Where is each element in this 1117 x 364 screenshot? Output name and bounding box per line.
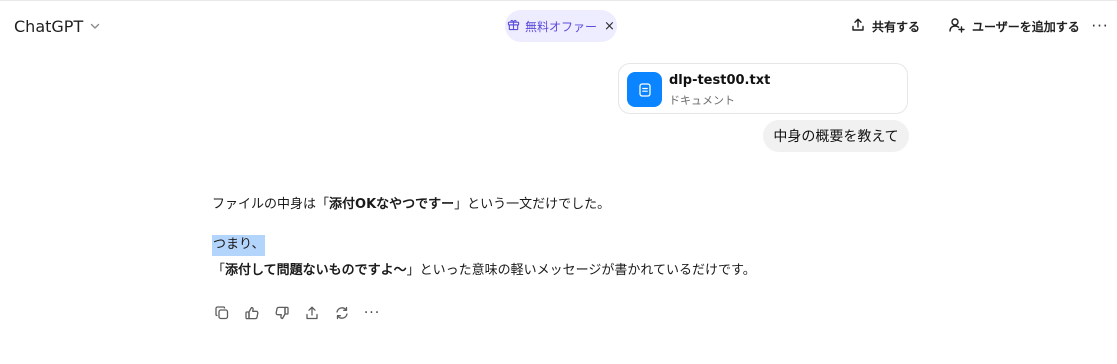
reply-text: 「 — [212, 263, 226, 278]
gift-icon — [507, 18, 520, 34]
model-selector[interactable]: ChatGPT — [14, 14, 101, 38]
share-icon[interactable] — [302, 303, 322, 323]
selected-text: つまり、 — [212, 235, 266, 256]
share-label: 共有する — [872, 19, 921, 34]
add-user-button[interactable]: ユーザーを追加する — [948, 14, 1080, 38]
add-user-icon — [948, 16, 966, 37]
reply-quoted-text: 添付して問題ないものですよ〜 — [225, 263, 407, 278]
more-icon[interactable]: ··· — [362, 303, 382, 323]
regenerate-icon[interactable] — [332, 303, 352, 323]
user-message-text: 中身の概要を教えて — [773, 129, 899, 145]
assistant-reply-line-3: 「添付して問題ないものですよ〜」といった意味の軽いメッセージが書かれているだけで… — [212, 259, 756, 278]
message-action-bar: ··· — [212, 303, 382, 323]
chevron-down-icon — [89, 20, 101, 32]
reply-quoted-text: 添付OKなやつですー — [329, 197, 455, 212]
add-user-label: ユーザーを追加する — [972, 19, 1080, 34]
model-name: ChatGPT — [14, 16, 84, 36]
copy-icon[interactable] — [212, 303, 232, 323]
thumbs-down-icon[interactable] — [272, 303, 292, 323]
document-icon — [627, 72, 662, 107]
header-bar: ChatGPT 無料オファー × 共有する ユーザーを追加する ··· — [0, 0, 1117, 52]
upload-share-icon — [850, 17, 866, 36]
assistant-reply-line-1: ファイルの中身は「添付OKなやつですー」という一文だけでした。 — [212, 193, 610, 212]
free-offer-badge[interactable]: 無料オファー × — [505, 10, 617, 42]
attachment-file-name: dlp-test00.txt — [669, 73, 771, 88]
attachment-file-type: ドキュメント — [669, 94, 735, 107]
reply-text: ファイルの中身は「 — [212, 197, 330, 212]
assistant-reply-line-2: つまり、 — [212, 233, 266, 256]
reply-text: 」といった意味の軽いメッセージが書かれているだけです。 — [406, 263, 756, 278]
offer-label: 無料オファー — [525, 19, 598, 34]
attachment-card[interactable]: dlp-test00.txt ドキュメント — [618, 63, 908, 114]
more-options-icon[interactable]: ··· — [1088, 14, 1112, 38]
share-button[interactable]: 共有する — [850, 14, 920, 38]
reply-text: 」という一文だけでした。 — [454, 197, 611, 212]
user-message-bubble: 中身の概要を教えて — [763, 120, 909, 152]
close-icon[interactable]: × — [604, 19, 615, 34]
thumbs-up-icon[interactable] — [242, 303, 262, 323]
